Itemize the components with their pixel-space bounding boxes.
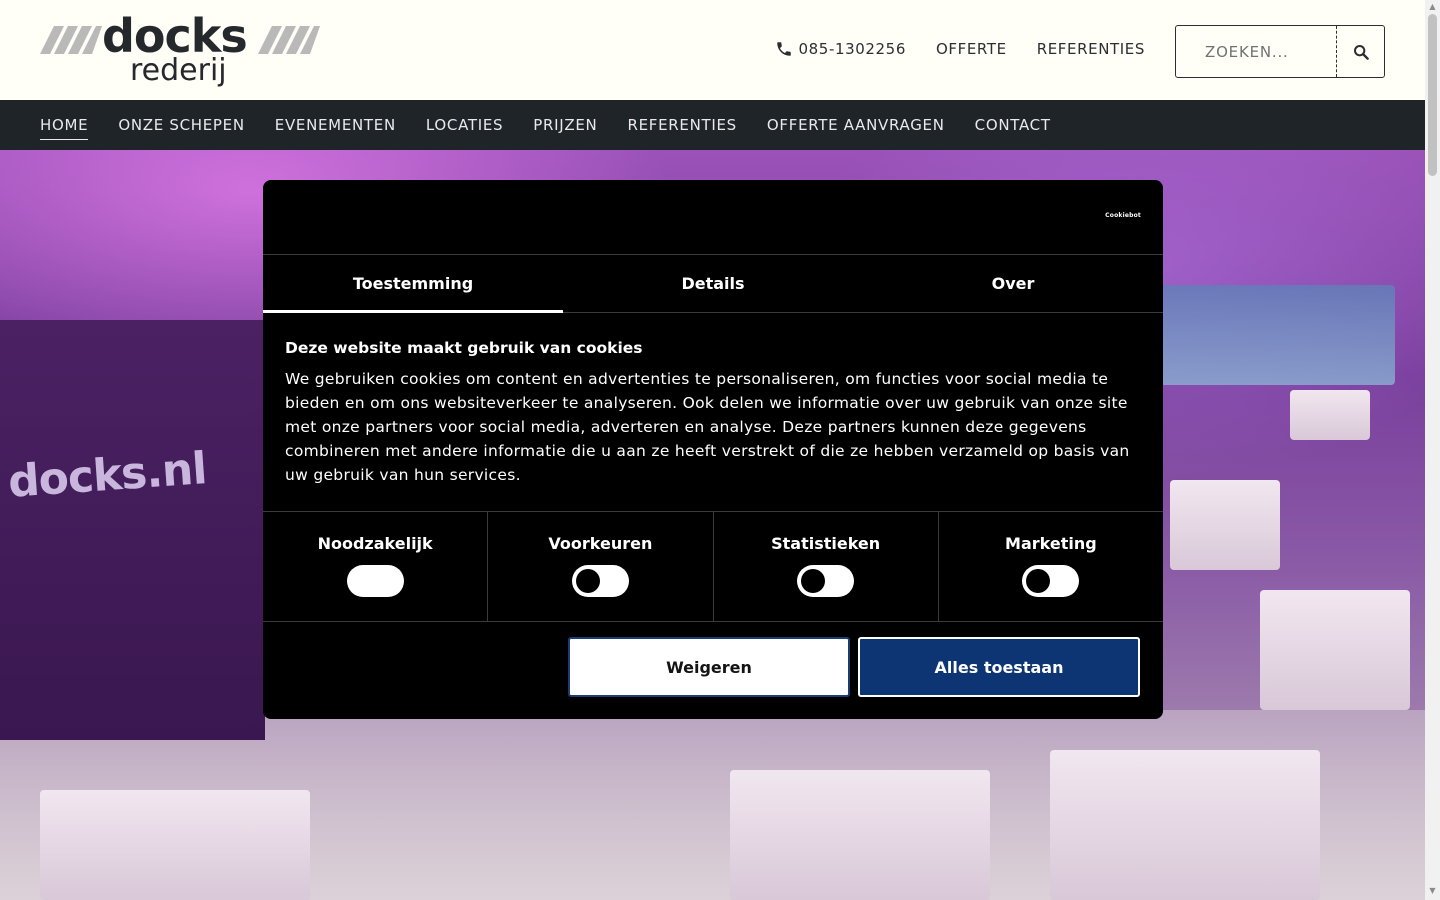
hero-cube <box>1050 750 1320 900</box>
tab-toestemming[interactable]: Toestemming <box>263 255 563 313</box>
toggle-label: Voorkeuren <box>548 534 653 553</box>
logo-stripes-right-icon <box>258 26 320 54</box>
hero-cube <box>1170 480 1280 570</box>
scroll-thumb[interactable] <box>1428 14 1437 176</box>
nav-item-locaties[interactable]: LOCATIES <box>426 116 503 134</box>
page-scrollbar[interactable]: ▲ ▼ <box>1425 0 1440 900</box>
phone-link[interactable]: 085-1302256 <box>775 40 906 58</box>
cookiebot-logo[interactable]: Cookiebot <box>1105 212 1141 219</box>
search-icon <box>1353 44 1369 60</box>
cookie-title: Deze website maakt gebruik van cookies <box>285 339 643 357</box>
toggle-voorkeuren: Voorkeuren <box>488 512 714 621</box>
toggle-knob <box>801 569 826 593</box>
tab-details[interactable]: Details <box>563 255 863 312</box>
search-input[interactable] <box>1176 26 1336 77</box>
allow-all-button[interactable]: Alles toestaan <box>858 637 1140 697</box>
hero-cube <box>40 790 310 900</box>
logo-stripes-left-icon <box>40 26 102 54</box>
cookie-toggles: Noodzakelijk Voorkeuren Statistieken Mar… <box>263 511 1163 622</box>
toggle-switch-noodzakelijk <box>346 565 404 597</box>
deny-button[interactable]: Weigeren <box>568 637 850 697</box>
search-box <box>1175 25 1385 78</box>
nav-item-offerte-aanvragen[interactable]: OFFERTE AANVRAGEN <box>767 116 945 134</box>
tab-over[interactable]: Over <box>863 255 1163 312</box>
toggle-label: Marketing <box>1005 534 1097 553</box>
docks-rederij-logo[interactable]: docks rederij <box>40 9 320 90</box>
nav-item-onze-schepen[interactable]: ONZE SCHEPEN <box>118 116 244 134</box>
phone-number: 085-1302256 <box>798 40 906 58</box>
toggle-switch-voorkeuren[interactable] <box>571 565 629 597</box>
top-links: 085-1302256 OFFERTE REFERENTIES <box>775 40 1145 58</box>
top-link-offerte[interactable]: OFFERTE <box>936 40 1007 58</box>
nav-item-prijzen[interactable]: PRIJZEN <box>533 116 597 134</box>
logo-subtitle: rederij <box>130 53 227 88</box>
nav-item-evenementen[interactable]: EVENEMENTEN <box>275 116 396 134</box>
nav-item-contact[interactable]: CONTACT <box>975 116 1051 134</box>
site-header: docks rederij 085-1302256 OFFERTE REFERE… <box>0 0 1425 100</box>
hero-cube <box>730 770 990 900</box>
cookie-tabs: Toestemming Details Over <box>263 255 1163 313</box>
toggle-knob <box>575 569 600 593</box>
nav-item-home[interactable]: HOME <box>40 116 89 140</box>
toggle-switch-statistieken[interactable] <box>797 565 855 597</box>
scroll-up-icon[interactable]: ▲ <box>1428 3 1437 11</box>
scroll-down-icon[interactable]: ▼ <box>1428 887 1437 895</box>
search-button[interactable] <box>1336 26 1384 77</box>
toggle-switch-marketing[interactable] <box>1022 565 1080 597</box>
main-nav: HOME ONZE SCHEPEN EVENEMENTEN LOCATIES P… <box>0 100 1425 150</box>
hero-window <box>1150 285 1395 385</box>
toggle-label: Statistieken <box>771 534 881 553</box>
hero-cube <box>1290 390 1370 440</box>
cookie-consent-dialog: Cookiebot Toestemming Details Over Deze … <box>263 180 1163 719</box>
cookie-text: We gebruiken cookies om content en adver… <box>285 370 1130 484</box>
toggle-label: Noodzakelijk <box>317 534 433 553</box>
hero-cube <box>1260 590 1410 710</box>
toggle-noodzakelijk: Noodzakelijk <box>263 512 489 621</box>
toggle-marketing: Marketing <box>939 512 1163 621</box>
hero-bar-counter <box>0 320 265 740</box>
cookie-dialog-header: Cookiebot <box>263 180 1163 255</box>
nav-item-referenties[interactable]: REFERENTIES <box>627 116 736 134</box>
toggle-knob <box>1026 569 1051 593</box>
top-link-referenties[interactable]: REFERENTIES <box>1037 40 1145 58</box>
phone-icon <box>776 42 791 56</box>
toggle-statistieken: Statistieken <box>714 512 939 621</box>
cookie-body: Deze website maakt gebruik van cookies W… <box>263 313 1163 511</box>
cookie-buttons: Weigeren Alles toestaan <box>263 622 1163 697</box>
